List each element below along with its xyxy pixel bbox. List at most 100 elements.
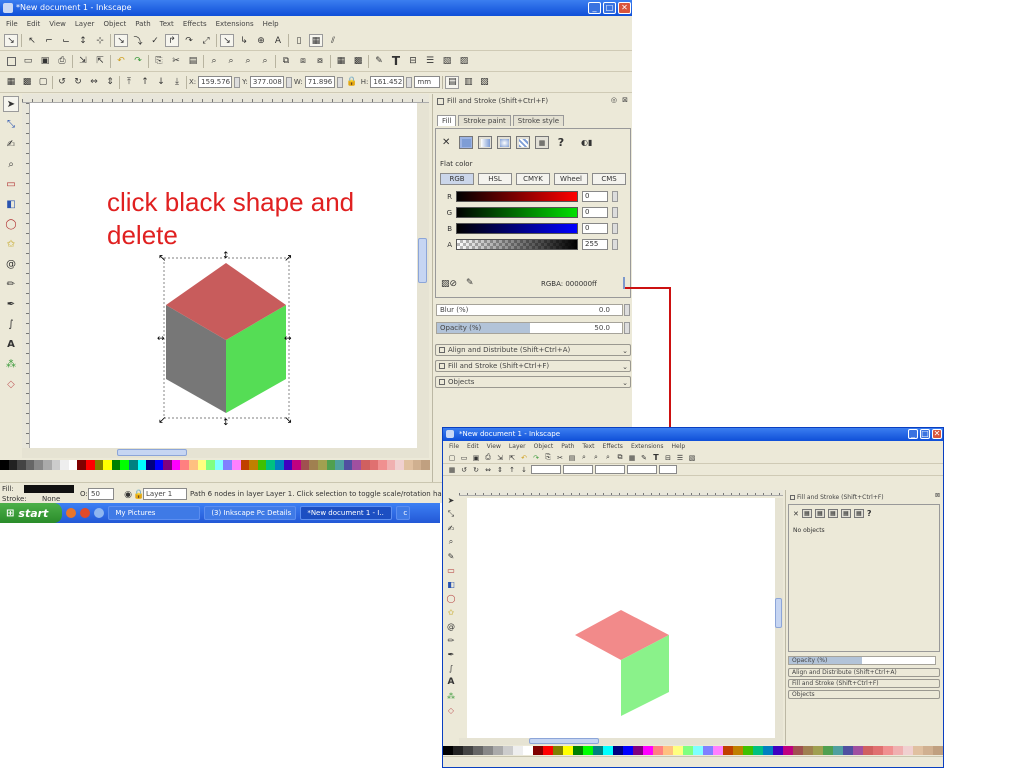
palette-swatch[interactable]: [163, 460, 172, 470]
palette-swatch[interactable]: [523, 746, 533, 755]
mode-rgb[interactable]: RGB: [440, 173, 474, 185]
text-tool-icon[interactable]: A: [3, 336, 19, 352]
palette-swatch[interactable]: [85, 460, 95, 470]
palette-swatch[interactable]: [583, 746, 593, 755]
palette-swatch[interactable]: [793, 746, 803, 755]
palette-swatch[interactable]: [146, 460, 155, 470]
menu-extensions[interactable]: Extensions: [216, 20, 254, 28]
x-field-2[interactable]: [531, 465, 561, 474]
zoom-tool-icon[interactable]: ⌕: [3, 156, 19, 172]
palette-swatch[interactable]: [533, 746, 543, 755]
preferences-icon[interactable]: ▧: [687, 453, 697, 463]
zoom-selection-icon[interactable]: ⌕: [207, 55, 221, 68]
snap-text-baseline-button[interactable]: ⊕: [254, 34, 268, 47]
scale-handle-s[interactable]: ↕: [222, 418, 230, 428]
ungroup-icon[interactable]: ▩: [351, 55, 365, 68]
palette-swatch[interactable]: [553, 746, 563, 755]
palette-swatch[interactable]: [171, 460, 181, 470]
green-spinner[interactable]: [612, 207, 618, 218]
docked-objects[interactable]: Objects ⌄: [435, 376, 631, 388]
y-spinner[interactable]: [285, 76, 292, 88]
palette-swatch[interactable]: [483, 746, 493, 755]
scale-handle-ne[interactable]: ↗: [284, 253, 292, 264]
scale-handle-e[interactable]: ↔: [284, 334, 292, 344]
snap-edges-button[interactable]: ⌐: [42, 34, 56, 47]
palette-swatch[interactable]: [833, 746, 843, 755]
palette-swatch[interactable]: [653, 746, 663, 755]
palette-swatch[interactable]: [386, 460, 396, 470]
menu-view[interactable]: View: [487, 443, 501, 450]
width-spinner[interactable]: [336, 76, 343, 88]
palette-swatch[interactable]: [378, 460, 387, 470]
pattern-button[interactable]: ▦: [840, 509, 851, 518]
maximize-button-2[interactable]: □: [920, 429, 930, 439]
snap-paths-button[interactable]: ⤵: [131, 34, 145, 47]
save-icon[interactable]: ▣: [471, 453, 481, 463]
snap-corners-button[interactable]: ⌙: [59, 34, 73, 47]
palette-swatch[interactable]: [723, 746, 733, 755]
snap-object-center-button[interactable]: ↘: [220, 34, 234, 47]
palette-swatch[interactable]: [853, 746, 863, 755]
palette-swatch[interactable]: [593, 746, 603, 755]
scale-handle-w[interactable]: ↔: [157, 334, 165, 344]
spiral-tool-icon[interactable]: @: [3, 256, 19, 272]
palette-swatch[interactable]: [643, 746, 653, 755]
save-icon[interactable]: ▣: [38, 55, 52, 68]
flip-horizontal-icon[interactable]: ⇔: [87, 76, 101, 89]
drawing-canvas-2[interactable]: [467, 498, 775, 738]
palette-swatch[interactable]: [283, 460, 293, 470]
horizontal-scrollbar[interactable]: [22, 448, 429, 458]
palette-swatch[interactable]: [326, 460, 336, 470]
palette-swatch[interactable]: [300, 460, 310, 470]
x-field[interactable]: 159.576: [198, 76, 233, 88]
mode-wheel[interactable]: Wheel: [554, 173, 588, 185]
snap-intersections-button[interactable]: ✓: [148, 34, 162, 47]
height-spinner[interactable]: [406, 76, 413, 88]
snap-centers-button[interactable]: ⊹: [93, 34, 107, 47]
docked-fill-stroke-2[interactable]: Fill and Stroke (Shift+Ctrl+F): [788, 679, 940, 688]
raise-icon[interactable]: ↑: [507, 465, 517, 475]
width-field[interactable]: 71.896: [304, 76, 335, 88]
quicklaunch-desktop-icon[interactable]: [94, 508, 105, 518]
pen-tool-icon[interactable]: ✒: [3, 296, 19, 312]
undo-icon[interactable]: ↶: [114, 55, 128, 68]
menu-extensions[interactable]: Extensions: [631, 443, 664, 450]
menu-layer[interactable]: Layer: [75, 20, 95, 28]
palette-swatch[interactable]: [933, 746, 943, 755]
palette-swatch[interactable]: [42, 460, 52, 470]
paste-icon[interactable]: ▤: [567, 453, 577, 463]
palette-swatch[interactable]: [206, 460, 215, 470]
select-all-icon[interactable]: ▦: [4, 76, 18, 89]
menu-edit[interactable]: Edit: [467, 443, 479, 450]
undo-icon[interactable]: ↶: [519, 453, 529, 463]
y-field-2[interactable]: [563, 465, 593, 474]
palette-swatch[interactable]: [803, 746, 813, 755]
rectangle-tool-icon[interactable]: ▭: [3, 176, 19, 192]
align-distribute-icon[interactable]: ☰: [675, 453, 685, 463]
mode-cmyk[interactable]: CMYK: [516, 173, 550, 185]
group-icon[interactable]: ▦: [627, 453, 637, 463]
palette-swatch[interactable]: [154, 460, 164, 470]
calligraphy-tool-icon[interactable]: ∫: [3, 316, 19, 332]
tweak-tool-icon[interactable]: ✍: [445, 522, 457, 534]
menu-object[interactable]: Object: [534, 443, 554, 450]
fill-stroke-icon[interactable]: ✎: [372, 55, 386, 68]
red-value[interactable]: 0: [582, 191, 608, 202]
snap-midnode-button[interactable]: ⤢: [199, 34, 213, 47]
palette-swatch[interactable]: [17, 460, 26, 470]
palette-swatch[interactable]: [903, 746, 913, 755]
palette-swatch[interactable]: [563, 746, 573, 755]
palette-swatch[interactable]: [352, 460, 361, 470]
flip-vertical-icon[interactable]: ⇕: [103, 76, 117, 89]
unit-select[interactable]: mm: [414, 76, 441, 88]
rotate-cw-icon[interactable]: ↻: [471, 465, 481, 475]
width-field-2[interactable]: [595, 465, 625, 474]
palette-swatch[interactable]: [673, 746, 683, 755]
x-spinner[interactable]: [234, 76, 241, 88]
palette-swatch[interactable]: [623, 746, 633, 755]
palette-swatch[interactable]: [68, 460, 78, 470]
print-icon[interactable]: ⎙: [483, 453, 493, 463]
raise-icon[interactable]: ↑: [138, 76, 152, 89]
palette-swatch[interactable]: [463, 746, 473, 755]
unit-select-2[interactable]: [659, 465, 677, 474]
